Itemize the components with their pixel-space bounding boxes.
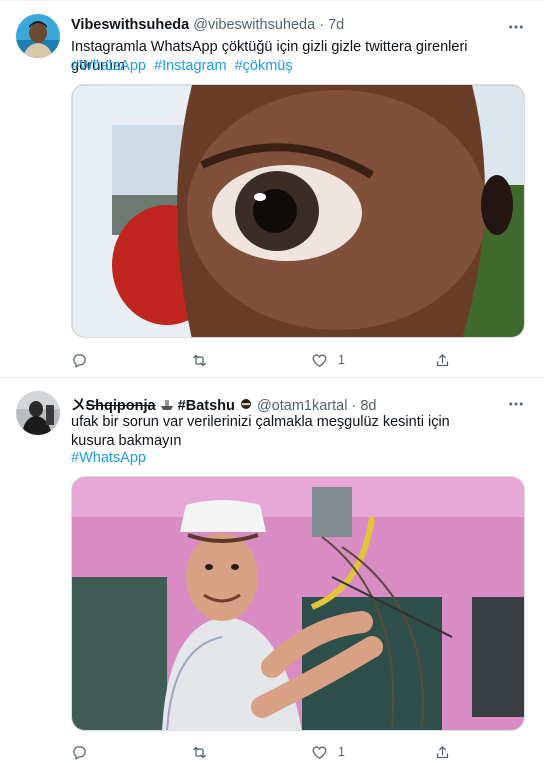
reply-icon [73,745,86,760]
more-horizontal-icon [509,402,523,406]
hashtag-link[interactable]: #Instagram [154,58,227,74]
display-name[interactable]: 〤Shqiponja #Batshu [71,398,257,414]
retweet-button[interactable] [191,741,218,763]
tweet-actions: 1 [71,349,491,371]
user-handle[interactable]: @vibeswithsuheda [193,17,315,33]
hashtag-list: #WhatsApp #Instagram #çökmüş [71,57,297,76]
user-handle[interactable]: @otam1kartal [257,398,347,414]
share-icon [436,353,449,366]
avatar[interactable] [16,391,60,435]
tweet[interactable]: Vibeswithsuheda @vibeswithsuheda · 7d In… [0,0,544,378]
separator-dot: · [319,17,325,33]
like-count: 1 [338,745,345,759]
like-button[interactable]: 1 [311,349,345,371]
timestamp[interactable]: 7d [328,17,344,33]
ninja-emoji-icon [240,399,251,409]
separator-dot: · [351,398,357,414]
retweet-icon [193,354,206,366]
share-icon [436,745,449,758]
hashtag-list: #WhatsApp [71,449,150,468]
electrician-photo [72,477,524,730]
tweet-header: 〤Shqiponja #Batshu @otam1kartal · 8d [71,394,376,415]
eye-peephole-photo [72,85,524,337]
avatar[interactable] [16,14,60,58]
tweet-header: Vibeswithsuheda @vibeswithsuheda · 7d [71,17,344,33]
like-count: 1 [338,353,345,367]
tweet-text: ufak bir sorun var verilerinizi çalmakla… [71,414,450,449]
share-button[interactable] [434,349,451,371]
tweet-actions: 1 [71,741,491,763]
heart-icon [312,353,327,367]
tweet[interactable]: 〤Shqiponja #Batshu @otam1kartal · 8d ufa… [0,378,544,763]
reply-button[interactable] [71,349,98,371]
heart-icon [312,745,327,759]
name-struck: Shqiponja [85,398,156,414]
retweet-icon [193,746,206,758]
share-button[interactable] [434,741,451,763]
more-horizontal-icon [509,25,523,29]
reply-icon [73,353,86,368]
hashtag-link[interactable]: #WhatsApp [71,58,146,74]
retweet-button[interactable] [191,349,218,371]
name-prefix: 〤 [71,398,86,414]
display-name[interactable]: Vibeswithsuheda [71,17,189,33]
ship-emoji-icon [160,400,173,410]
more-button[interactable] [506,394,526,414]
name-hashtag: #Batshu [177,398,235,414]
hashtag-link[interactable]: #WhatsApp [71,450,146,466]
more-button[interactable] [506,17,526,37]
tweet-image[interactable] [71,476,525,731]
reply-button[interactable] [71,741,98,763]
like-button[interactable]: 1 [311,741,345,763]
timestamp[interactable]: 8d [360,398,376,414]
tweet-image[interactable] [71,84,525,338]
hashtag-link[interactable]: #çökmüş [235,58,293,74]
